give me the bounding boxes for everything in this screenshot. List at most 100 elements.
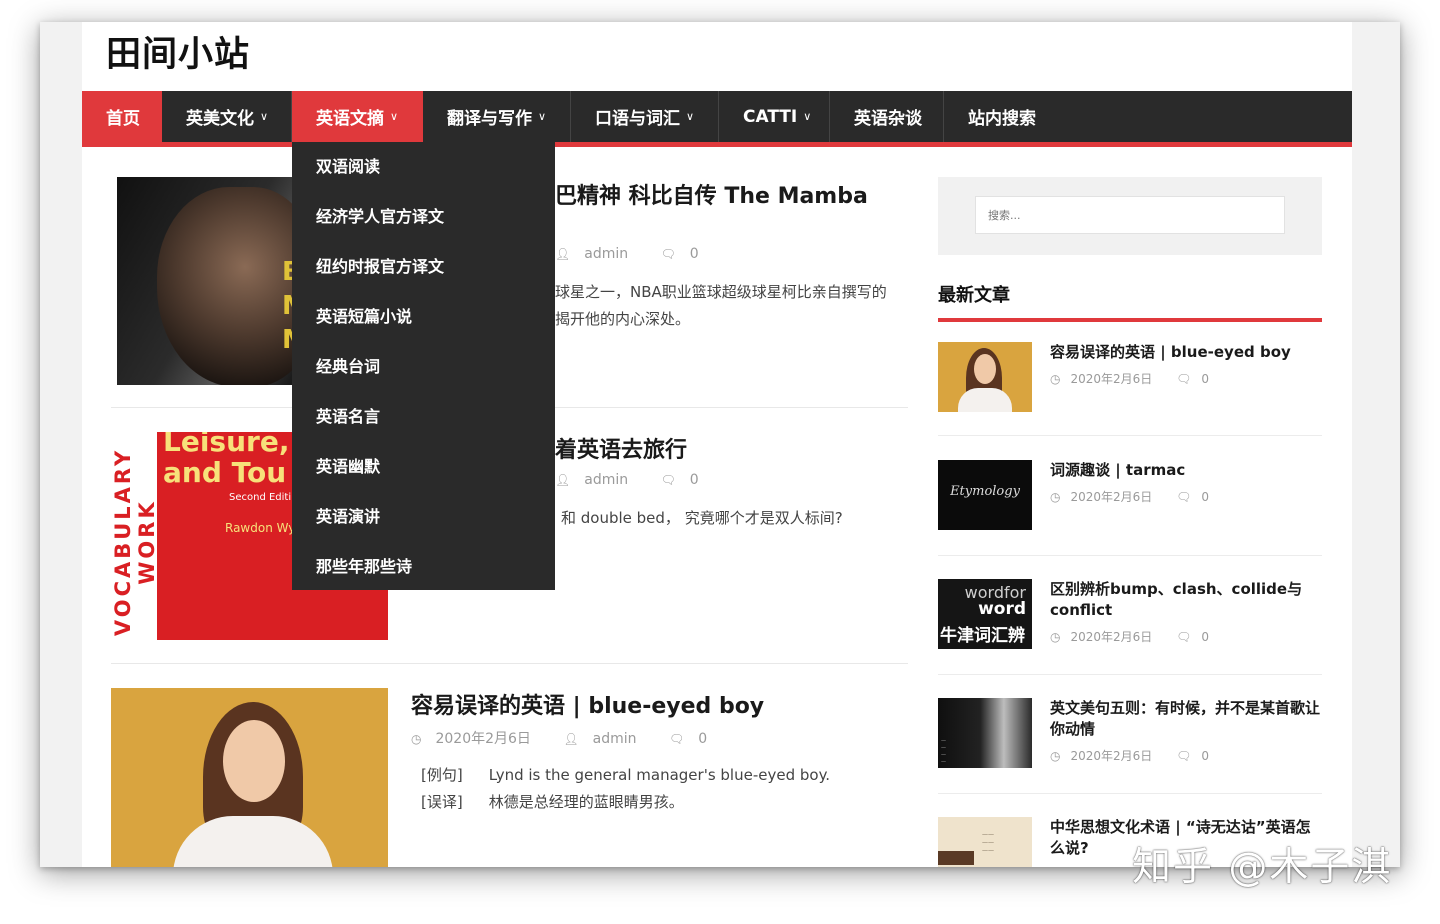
comment-count: 0 — [1201, 490, 1209, 504]
recent-post-thumbnail[interactable]: Etymology — [938, 460, 1032, 530]
page: 田间小站 首页 英美文化 ∨ 英语文摘 ∨ 翻译与写作 ∨ 口语与词汇 ∨ CATTI ∨… — [82, 22, 1352, 867]
dropdown-item-nytimes[interactable]: 纽约时报官方译文 — [292, 242, 555, 292]
mistranslation-text: 林德是总经理的蓝眼睛男孩。 — [488, 793, 684, 811]
book-author: Rawdon Wy — [225, 521, 296, 535]
post-date-text: 2020年2月6日 — [435, 731, 531, 747]
nav-label: 英语杂谈 — [854, 109, 922, 129]
nav-item-catti[interactable]: CATTI ∨ — [719, 91, 830, 142]
comment-count: 0 — [1201, 749, 1209, 763]
thumbnail-text: word — [978, 599, 1026, 619]
mistranslation-label: [误译] — [421, 793, 463, 811]
post-date-text: 2020年2月6日 — [1070, 630, 1153, 644]
recent-post-meta: ◷ 2020年2月6日 🗨︎ 0 — [1050, 747, 1229, 764]
nav-item-home[interactable]: 首页 — [82, 91, 162, 142]
post-meta: 👤︎ admin 🗨︎ 0 — [555, 472, 727, 488]
nav-item-speaking[interactable]: 口语与词汇 ∨ — [571, 91, 719, 142]
comment-count: 0 — [1201, 630, 1209, 644]
excerpt-line: [例句] Lynd is the general manager's blue-e… — [421, 762, 830, 789]
recent-post-thumbnail[interactable]: — — — — — [938, 698, 1032, 768]
dropdown-item-sayings[interactable]: 英语名言 — [292, 392, 555, 442]
book-edition: Second Editi — [229, 492, 292, 503]
dropdown-item-humor[interactable]: 英语幽默 — [292, 442, 555, 492]
chevron-down-icon: ∨ — [686, 110, 695, 123]
user-icon: 👤︎ — [555, 473, 571, 487]
watermark: 知乎 @木子淇 — [1132, 845, 1393, 890]
site-title[interactable]: 田间小站 — [106, 26, 250, 77]
comment-icon: 🗨︎ — [1176, 372, 1192, 386]
post-date: ◷ 2020年2月6日 — [1050, 630, 1162, 644]
post-title[interactable]: 巴精神 科比自传 The Mamba — [555, 178, 868, 210]
nav-item-culture[interactable]: 英美文化 ∨ — [162, 91, 292, 142]
recent-post-item: — — — — 英文美句五则：有时候，并不是某首歌让你动情 ◷ 2020年2月6日 🗨︎… — [938, 698, 1322, 768]
comment-icon: 🗨︎ — [1176, 630, 1192, 644]
post-title[interactable]: 着英语去旅行 — [555, 432, 687, 464]
post-comments[interactable]: 🗨︎ 0 — [1176, 749, 1219, 763]
post-comments[interactable]: 🗨︎ 0 — [1176, 372, 1219, 386]
excerpt-line: 和 double bed， 究竟哪个才是双人标间? — [561, 509, 843, 527]
post-author[interactable]: 👤︎ admin — [563, 731, 650, 747]
recent-divider — [938, 674, 1322, 675]
nav-item-digest[interactable]: 英语文摘 ∨ — [292, 91, 423, 142]
nav-label: 首页 — [106, 109, 140, 129]
dropdown-item-poems[interactable]: 那些年那些诗 — [292, 542, 555, 592]
comment-icon: 🗨︎ — [1176, 749, 1192, 763]
recent-divider — [938, 435, 1322, 436]
comment-icon: 🗨︎ — [1176, 490, 1192, 504]
recent-post-title[interactable]: 英文美句五则：有时候，并不是某首歌让你动情 — [1050, 698, 1322, 740]
post-author[interactable]: 👤︎ admin — [555, 472, 642, 488]
post-thumbnail[interactable] — [111, 688, 388, 867]
recent-post-title[interactable]: 容易误译的英语 | blue-eyed boy — [1050, 342, 1322, 363]
thumbnail-caption: — — — — — [941, 738, 946, 765]
dropdown-item-bilingual[interactable]: 双语阅读 — [292, 142, 555, 192]
nav-item-misc[interactable]: 英语杂谈 — [830, 91, 944, 142]
post-date: ◷ 2020年2月6日 — [1050, 749, 1162, 763]
post-comments[interactable]: 🗨︎ 0 — [1176, 630, 1219, 644]
post-comments[interactable]: 🗨︎ 0 — [669, 731, 721, 747]
excerpt-line: 揭开他的内心深处。 — [555, 310, 691, 328]
recent-post-meta: ◷ 2020年2月6日 🗨︎ 0 — [1050, 370, 1229, 387]
dropdown-item-short-stories[interactable]: 英语短篇小说 — [292, 292, 555, 342]
post-date: ◷ 2020年2月6日 — [1050, 372, 1162, 386]
nav-item-search[interactable]: 站内搜索 — [944, 91, 1058, 142]
comment-icon: 🗨︎ — [660, 247, 676, 261]
recent-post-thumbnail[interactable]: —— —— —— — [938, 817, 1032, 867]
search-input[interactable] — [975, 196, 1285, 234]
comment-count: 0 — [689, 472, 699, 488]
comment-count: 0 — [1201, 372, 1209, 386]
clock-icon: ◷ — [1050, 749, 1061, 763]
dropdown-item-speeches[interactable]: 英语演讲 — [292, 492, 555, 542]
post-author[interactable]: 👤︎ admin — [555, 246, 642, 262]
book-image — [938, 851, 974, 865]
dropdown-item-economist[interactable]: 经济学人官方译文 — [292, 192, 555, 242]
post-comments[interactable]: 🗨︎ 0 — [661, 246, 713, 262]
search-widget — [938, 177, 1322, 255]
thumbnail-text: 牛津词汇辨析 — [940, 626, 1025, 646]
recent-post-meta: ◷ 2020年2月6日 🗨︎ 0 — [1050, 488, 1229, 505]
comment-count: 0 — [698, 731, 708, 747]
nav-label: 英语文摘 — [316, 109, 384, 129]
nav-label: 口语与词汇 — [595, 109, 680, 129]
recent-post-title[interactable]: 区别辨析bump、clash、collide与conflict — [1050, 579, 1322, 621]
comment-icon: 🗨︎ — [660, 473, 676, 487]
nav-label: 翻译与写作 — [447, 109, 532, 129]
post-excerpt: [例句] Lynd is the general manager's blue-e… — [421, 762, 830, 816]
recent-posts-title: 最新文章 — [938, 284, 1322, 322]
recent-post-thumbnail[interactable] — [938, 342, 1032, 412]
post-title[interactable]: 容易误译的英语 | blue-eyed boy — [411, 688, 764, 720]
post-comments[interactable]: 🗨︎ 0 — [1176, 490, 1219, 504]
recent-post-title[interactable]: 词源趣谈 | tarmac — [1050, 460, 1322, 481]
post-date: ◷ 2020年2月6日 — [1050, 490, 1162, 504]
post-date-text: 2020年2月6日 — [1070, 372, 1153, 386]
dropdown-item-quotes[interactable]: 经典台词 — [292, 342, 555, 392]
clock-icon: ◷ — [1050, 372, 1061, 386]
example-label: [例句] — [421, 766, 463, 784]
post-comments[interactable]: 🗨︎ 0 — [661, 472, 713, 488]
chevron-down-icon: ∨ — [260, 110, 269, 123]
post-meta: ◷ 2020年2月6日 👤︎ admin 🗨︎ 0 — [411, 728, 735, 748]
comment-count: 0 — [689, 246, 699, 262]
post-date-text: 2020年2月6日 — [1070, 490, 1153, 504]
recent-post-thumbnail[interactable]: wordfor word 牛津词汇辨析 — [938, 579, 1032, 649]
browser-frame: 田间小站 首页 英美文化 ∨ 英语文摘 ∨ 翻译与写作 ∨ 口语与词汇 ∨ CATTI ∨… — [40, 22, 1400, 867]
comment-icon: 🗨︎ — [668, 732, 685, 746]
nav-item-translation[interactable]: 翻译与写作 ∨ — [423, 91, 571, 142]
